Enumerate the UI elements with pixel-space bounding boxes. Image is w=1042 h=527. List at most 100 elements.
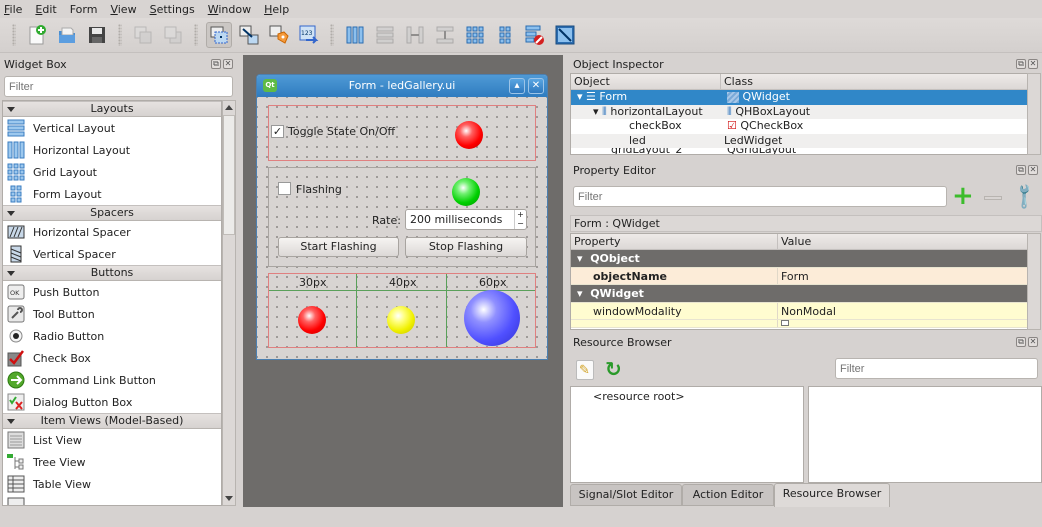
property-row-objectname[interactable]: objectName Form [571, 267, 1028, 285]
edit-widgets-button[interactable] [206, 22, 232, 48]
widget-box-filter-input[interactable] [4, 76, 233, 97]
widget-item-dialog-button-box[interactable]: Dialog Button Box [3, 391, 221, 413]
column-header-class[interactable]: Class [721, 74, 1028, 89]
column-header-value[interactable]: Value [778, 234, 1028, 249]
lay-out-grid-button[interactable] [462, 22, 488, 48]
tab-resource-browser[interactable]: Resource Browser [774, 483, 890, 507]
tab-action-editor[interactable]: Action Editor [682, 484, 774, 506]
edit-resources-button[interactable]: ✎ [576, 360, 594, 380]
close-icon[interactable]: ✕ [223, 59, 233, 69]
float-icon[interactable]: ⧉ [1016, 337, 1026, 347]
tree-row-checkbox[interactable]: checkBox ☑ QCheckBox [571, 119, 1028, 134]
category-item-views[interactable]: Item Views (Model-Based) [3, 413, 221, 429]
column-header-object[interactable]: Object [571, 74, 721, 89]
property-group-qobject[interactable]: ▾ QObject [571, 250, 1028, 268]
float-icon[interactable]: ⧉ [1016, 59, 1026, 69]
menu-settings[interactable]: Settings [150, 3, 195, 16]
splitter-horizontal-button[interactable] [402, 22, 428, 48]
close-icon[interactable]: ✕ [1028, 165, 1038, 175]
open-form-button[interactable] [54, 22, 80, 48]
toolbar-grip[interactable] [118, 24, 122, 46]
menu-form[interactable]: Form [70, 3, 98, 16]
property-row-windowmodality[interactable]: windowModality NonModal [571, 302, 1028, 320]
menu-view[interactable]: View [110, 3, 136, 16]
widget-item-grid-layout[interactable]: Grid Layout [3, 161, 221, 183]
tab-signal-slot-editor[interactable]: Signal/Slot Editor [570, 484, 682, 506]
bring-to-front-button[interactable] [130, 22, 156, 48]
property-row-enabled[interactable] [571, 320, 1028, 328]
widget-item-check-box[interactable]: Check Box [3, 347, 221, 369]
scroll-thumb[interactable] [223, 115, 235, 235]
menu-file[interactable]: File [4, 3, 22, 16]
widget-item-tool-button[interactable]: Tool Button [3, 303, 221, 325]
close-icon[interactable]: ✕ [528, 78, 544, 94]
splitter-vertical-button[interactable] [432, 22, 458, 48]
reload-icon[interactable]: ↻ [605, 357, 622, 381]
resource-filter-input[interactable] [835, 358, 1038, 379]
property-value-objectname[interactable]: Form [778, 268, 809, 285]
float-icon[interactable]: ⧉ [1016, 165, 1026, 175]
menu-help[interactable]: Help [264, 3, 289, 16]
shade-icon[interactable]: ▴ [509, 78, 525, 94]
spin-arrows-icon[interactable]: + − [514, 210, 526, 229]
remove-property-icon[interactable] [984, 196, 1002, 200]
edit-buddies-button[interactable] [266, 22, 292, 48]
widget-item-table-view[interactable]: Table View [3, 473, 221, 495]
category-buttons[interactable]: Buttons [3, 265, 221, 281]
float-icon[interactable]: ⧉ [211, 59, 221, 69]
toolbar-grip[interactable] [194, 24, 198, 46]
add-dynamic-property-icon[interactable]: + [952, 183, 976, 209]
new-form-button[interactable] [24, 22, 50, 48]
property-group-qwidget[interactable]: ▾ QWidget [571, 285, 1028, 303]
widget-item-tree-view[interactable]: Tree View [3, 451, 221, 473]
widget-item-radio-button[interactable]: Radio Button [3, 325, 221, 347]
scroll-up-icon[interactable] [225, 105, 233, 110]
category-layouts[interactable]: Layouts [3, 101, 221, 117]
rate-spinbox[interactable]: 200 milliseconds + − [405, 209, 527, 230]
tree-row-grid-layout[interactable]: gridLayout_2 QGridLayout [571, 148, 1028, 154]
enabled-checkbox[interactable] [781, 320, 789, 326]
widget-box-scrollbar[interactable] [222, 100, 236, 506]
adjust-size-button[interactable] [552, 22, 578, 48]
toolbar-grip[interactable] [330, 24, 334, 46]
widget-item-form-layout[interactable]: Form Layout [3, 183, 221, 205]
widget-item-push-button[interactable]: OK Push Button [3, 281, 221, 303]
widget-item-horizontal-layout[interactable]: Horizontal Layout [3, 139, 221, 161]
stop-flashing-button[interactable]: Stop Flashing [405, 237, 527, 257]
form-title-bar[interactable]: Qt Form - ledGallery.ui ▴ ✕ [257, 75, 547, 97]
widget-item-column-view[interactable] [3, 495, 221, 505]
toolbar-grip[interactable] [12, 24, 16, 46]
widget-item-command-link-button[interactable]: Command Link Button [3, 369, 221, 391]
property-table-scrollbar[interactable] [1027, 233, 1041, 330]
widget-item-horizontal-spacer[interactable]: Horizontal Spacer [3, 221, 221, 243]
menu-window[interactable]: Window [208, 3, 251, 16]
resource-root-item[interactable]: <resource root> [593, 390, 685, 403]
edit-tab-order-button[interactable]: 123 [296, 22, 322, 48]
widget-item-vertical-spacer[interactable]: Vertical Spacer [3, 243, 221, 265]
save-form-button[interactable] [84, 22, 110, 48]
configure-wrench-icon[interactable]: 🔧 [1009, 181, 1040, 212]
object-tree-scrollbar[interactable] [1027, 73, 1041, 155]
toggle-checkbox[interactable]: ✓ [271, 125, 284, 138]
start-flashing-button[interactable]: Start Flashing [278, 237, 399, 257]
tree-row-horizontal-layout[interactable]: ▾ ⦀ horizontalLayout ⦀ QHBoxLayout [571, 104, 1028, 119]
collapse-arrow-icon[interactable]: ▾ [577, 287, 583, 300]
lay-out-form-button[interactable] [492, 22, 518, 48]
column-header-property[interactable]: Property [571, 234, 778, 249]
category-spacers[interactable]: Spacers [3, 205, 221, 221]
property-filter-input[interactable] [573, 186, 947, 207]
widget-item-vertical-layout[interactable]: Vertical Layout [3, 117, 221, 139]
send-to-back-button[interactable] [160, 22, 186, 48]
expand-arrow-icon[interactable]: ▾ [577, 90, 583, 103]
close-icon[interactable]: ✕ [1028, 59, 1038, 69]
expand-arrow-icon[interactable]: ▾ [593, 105, 599, 118]
property-value-windowmodality[interactable]: NonModal [778, 303, 836, 320]
break-layout-button[interactable] [522, 22, 548, 48]
widget-item-list-view[interactable]: List View [3, 429, 221, 451]
close-icon[interactable]: ✕ [1028, 337, 1038, 347]
flashing-checkbox[interactable] [278, 182, 291, 195]
scroll-down-icon[interactable] [225, 496, 233, 501]
lay-out-vertically-button[interactable] [372, 22, 398, 48]
lay-out-horizontally-button[interactable] [342, 22, 368, 48]
menu-edit[interactable]: Edit [35, 3, 56, 16]
